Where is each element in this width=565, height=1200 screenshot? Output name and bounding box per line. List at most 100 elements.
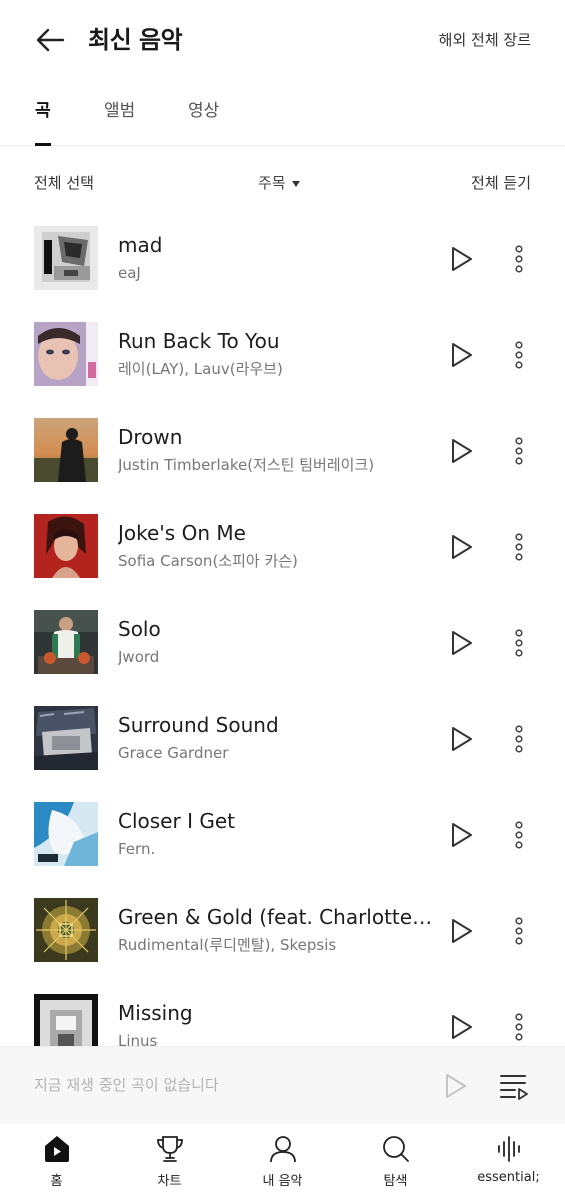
nav-my-music[interactable]: 내 음악 bbox=[226, 1134, 339, 1196]
album-art[interactable] bbox=[34, 706, 98, 770]
play-icon bbox=[452, 919, 472, 943]
song-title[interactable]: Green & Gold (feat. Charlotte P… bbox=[118, 904, 434, 930]
more-vertical-icon bbox=[515, 917, 523, 945]
song-title[interactable]: Solo bbox=[118, 616, 434, 642]
more-options-button[interactable] bbox=[508, 244, 530, 274]
nav-essential[interactable]: essential; bbox=[452, 1134, 565, 1196]
soundwave-icon bbox=[497, 1136, 520, 1162]
listen-all-button[interactable]: 전체 듣기 bbox=[471, 172, 531, 193]
song-title[interactable]: Joke's On Me bbox=[118, 520, 434, 546]
tab-albums[interactable]: 앨범 bbox=[104, 100, 135, 144]
song-artist: Justin Timberlake(저스틴 팀버레이크) bbox=[118, 456, 375, 474]
more-options-button[interactable] bbox=[508, 1012, 530, 1042]
song-row: Joke's On Me Sofia Carson(소피아 카슨) bbox=[0, 498, 565, 594]
caret-down-icon bbox=[291, 180, 300, 187]
more-vertical-icon bbox=[515, 245, 523, 273]
more-options-button[interactable] bbox=[508, 628, 530, 658]
nav-explore[interactable]: 탐색 bbox=[339, 1134, 452, 1196]
queue-list-icon bbox=[500, 1075, 528, 1100]
more-options-button[interactable] bbox=[508, 820, 530, 850]
play-icon bbox=[452, 247, 472, 271]
play-button[interactable] bbox=[446, 820, 476, 850]
song-row: Green & Gold (feat. Charlotte P… Rudimen… bbox=[0, 882, 565, 978]
song-artist: Rudimental(루디멘탈), Skepsis bbox=[118, 936, 337, 954]
home-icon bbox=[44, 1136, 69, 1162]
genre-filter-link[interactable]: 해외 전체 장르 bbox=[439, 28, 531, 52]
play-icon bbox=[452, 439, 472, 463]
album-art[interactable] bbox=[34, 898, 98, 962]
play-button[interactable] bbox=[446, 244, 476, 274]
play-icon bbox=[452, 1015, 472, 1039]
song-title[interactable]: mad bbox=[118, 232, 434, 258]
play-button[interactable] bbox=[446, 916, 476, 946]
content-tabs: 곡 앨범 영상 bbox=[0, 92, 565, 146]
song-artist: Sofia Carson(소피아 카슨) bbox=[118, 552, 298, 570]
play-button[interactable] bbox=[446, 436, 476, 466]
more-options-button[interactable] bbox=[508, 436, 530, 466]
nav-label: essential; bbox=[477, 1170, 540, 1185]
play-button[interactable] bbox=[446, 628, 476, 658]
play-icon bbox=[446, 1074, 466, 1098]
more-vertical-icon bbox=[515, 437, 523, 465]
album-art[interactable] bbox=[34, 514, 98, 578]
more-vertical-icon bbox=[515, 821, 523, 849]
playlist-queue-button[interactable] bbox=[498, 1071, 530, 1101]
song-artist: Fern. bbox=[118, 840, 156, 858]
song-row: Run Back To You 레이(LAY), Lauv(라우브) bbox=[0, 306, 565, 402]
album-art[interactable] bbox=[34, 322, 98, 386]
nav-chart[interactable]: 차트 bbox=[113, 1134, 226, 1196]
song-title[interactable]: Drown bbox=[118, 424, 434, 450]
play-button[interactable] bbox=[446, 1012, 476, 1042]
song-artist: Linus bbox=[118, 1032, 158, 1046]
song-row: Missing Linus bbox=[0, 978, 565, 1046]
song-row: Solo Jword bbox=[0, 594, 565, 690]
album-art[interactable] bbox=[34, 418, 98, 482]
nav-label: 차트 bbox=[157, 1174, 182, 1189]
nav-home[interactable]: 홈 bbox=[0, 1134, 113, 1196]
more-vertical-icon bbox=[515, 725, 523, 753]
more-vertical-icon bbox=[515, 341, 523, 369]
nav-label: 탐색 bbox=[383, 1174, 408, 1189]
app-header: 최신 음악 해외 전체 장르 bbox=[0, 0, 565, 80]
sort-label: 주목 bbox=[258, 174, 286, 192]
album-art[interactable] bbox=[34, 994, 98, 1046]
song-row: Drown Justin Timberlake(저스틴 팀버레이크) bbox=[0, 402, 565, 498]
play-button[interactable] bbox=[446, 724, 476, 754]
song-row: Closer I Get Fern. bbox=[0, 786, 565, 882]
bottom-navigation: 홈 차트 내 음악 탐색 essential; bbox=[0, 1124, 565, 1200]
song-artist: eaJ bbox=[118, 264, 141, 282]
tab-songs[interactable]: 곡 bbox=[35, 100, 51, 146]
back-button[interactable] bbox=[30, 22, 70, 58]
play-button[interactable] bbox=[446, 340, 476, 370]
more-options-button[interactable] bbox=[508, 916, 530, 946]
more-vertical-icon bbox=[515, 1013, 523, 1041]
arrow-left-icon bbox=[36, 28, 65, 52]
mini-player-play-button[interactable] bbox=[440, 1071, 470, 1101]
mini-player: 지금 재생 중인 곡이 없습니다 bbox=[0, 1046, 565, 1124]
more-options-button[interactable] bbox=[508, 724, 530, 754]
select-all-button[interactable]: 전체 선택 bbox=[34, 172, 94, 193]
play-button[interactable] bbox=[446, 532, 476, 562]
song-title[interactable]: Missing bbox=[118, 1000, 434, 1026]
album-art[interactable] bbox=[34, 802, 98, 866]
song-artist: Grace Gardner bbox=[118, 744, 229, 762]
song-artist: Jword bbox=[118, 648, 160, 666]
song-title[interactable]: Run Back To You bbox=[118, 328, 434, 354]
album-art[interactable] bbox=[34, 226, 98, 290]
song-list: mad eaJ Run Back To You 레이(LAY), Lauv(라우… bbox=[0, 210, 565, 1046]
play-icon bbox=[452, 823, 472, 847]
tab-videos[interactable]: 영상 bbox=[188, 100, 219, 144]
more-vertical-icon bbox=[515, 629, 523, 657]
nav-label: 내 음악 bbox=[262, 1174, 303, 1189]
play-icon bbox=[452, 535, 472, 559]
more-options-button[interactable] bbox=[508, 532, 530, 562]
page-title: 최신 음악 bbox=[88, 26, 183, 54]
song-title[interactable]: Surround Sound bbox=[118, 712, 434, 738]
sort-dropdown[interactable]: 주목 bbox=[258, 172, 300, 193]
play-icon bbox=[452, 727, 472, 751]
search-icon bbox=[382, 1136, 409, 1162]
song-artist: 레이(LAY), Lauv(라우브) bbox=[118, 360, 283, 378]
song-title[interactable]: Closer I Get bbox=[118, 808, 434, 834]
more-options-button[interactable] bbox=[508, 340, 530, 370]
album-art[interactable] bbox=[34, 610, 98, 674]
